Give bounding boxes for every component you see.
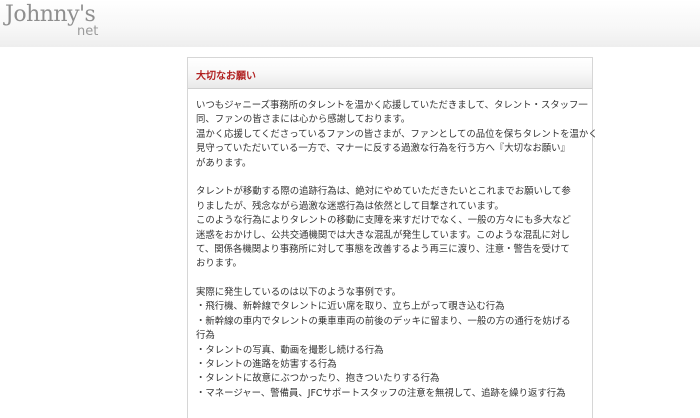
site-logo[interactable]: Johnny's net (5, 2, 105, 42)
notice-line: 迷惑をおかけし、公共交通機関では大きな混乱が発生しています。このような混乱に対し (196, 229, 570, 241)
logo-sub-text: net (77, 24, 99, 39)
notice-body: いつもジャニーズ事務所のタレントを温かく応援していただきまして、タレント・スタッ… (196, 99, 598, 401)
notice-list-item: ・タレントの進路を妨害する行為 (196, 359, 337, 371)
notice-list-item: ・タレントに故意にぶつかったり、抱きついたりする行為 (196, 373, 440, 385)
notice-line: があります。 (196, 157, 252, 169)
notice-line: 実際に発生しているのは以下のような事例です。 (196, 287, 402, 299)
notice-panel: 大切なお願い いつもジャニーズ事務所のタレントを温かく応援していただきまして、タ… (187, 57, 598, 418)
notice-line: このような行為によりタレントの移動に支障を来すだけでなく、一般の方々にも多大など (196, 215, 571, 227)
notice-line: 温かく応援してくださっているファンの皆さまが、ファンとしての品位を保ちタレントを… (196, 128, 598, 140)
notice-title: 大切なお願い (196, 71, 256, 82)
notice-paragraph-3: 実際に発生しているのは以下のような事例です。 ・飛行機、新幹線でタレントに近い席… (196, 286, 588, 401)
notice-paragraph-1: いつもジャニーズ事務所のタレントを温かく応援していただきまして、タレント・スタッ… (196, 99, 598, 171)
notice-line: 同、ファンの皆さまには心から感謝しております。 (196, 114, 411, 126)
notice-list-item: ・タレントの写真、動画を撮影し続ける行為 (196, 344, 384, 356)
notice-list-item: 行為 (196, 330, 215, 342)
notice-line: タレントが移動する際の追跡行為は、絶対にやめていただきたいとこれまでお願いして参 (196, 186, 571, 198)
notice-paragraph-2: タレントが移動する際の追跡行為は、絶対にやめていただきたいとこれまでお願いして参… (196, 185, 588, 271)
notice-header: 大切なお願い (188, 58, 592, 89)
site-header: Johnny's net (0, 0, 700, 47)
notice-list-item: ・マネージャー、警備員、JFCサポートスタッフの注意を無視して、追跡を繰り返す行… (196, 387, 566, 399)
notice-line: いつもジャニーズ事務所のタレントを温かく応援していただきまして、タレント・スタッ… (196, 100, 588, 111)
notice-line: て、関係各機関より事務所に対して事態を改善するよう再三に渡り、注意・警告を受けて (196, 243, 570, 255)
notice-line: りましたが、残念ながら過激な迷惑行為は依然として目撃されています。 (196, 200, 504, 212)
notice-line: おります。 (196, 258, 242, 270)
notice-list-item: ・新幹線の車内でタレントの乗車車両の前後のデッキに留まり、一般の方の通行を妨げる (196, 315, 571, 327)
notice-line: 見守っていただいている一方で、マナーに反する過激な行為を行う方へ『大切なお願い』 (196, 143, 570, 155)
notice-list-item: ・飛行機、新幹線でタレントに近い席を取り、立ち上がって覗き込む行為 (196, 301, 505, 313)
